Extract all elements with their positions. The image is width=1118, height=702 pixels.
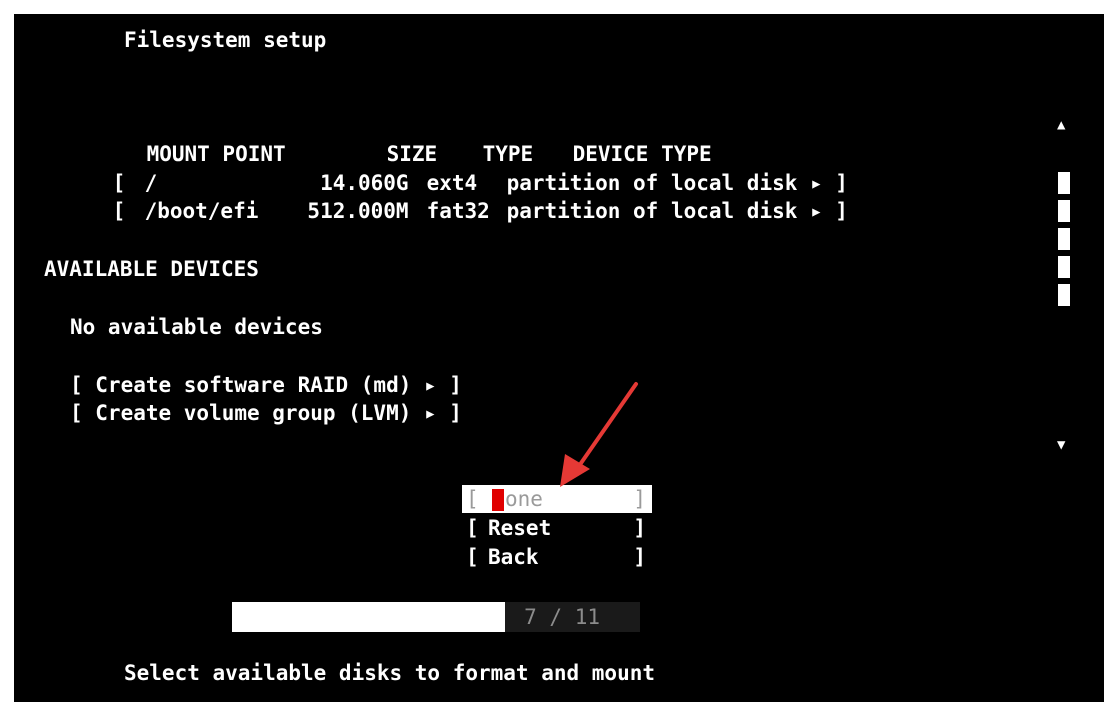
row-mount-point: /boot/efi [144,199,259,223]
scrollbar-segment [1058,228,1070,250]
installer-screen: Filesystem setup MOUNT POINT SIZE TYPE DEVI… [14,14,1104,702]
footer-hint: Select available disks to format and mou… [124,661,656,685]
available-devices-heading: AVAILABLE DEVICES [44,257,259,281]
scrollbar-thumb[interactable] [1058,172,1070,312]
row-open-bracket: [ [112,199,126,223]
table-row[interactable]: [/14.060G ext4 partition of local disk ▸ ] [62,141,848,195]
table-header: MOUNT POINT SIZE TYPE DEVICE TYPE [96,112,712,166]
done-button-label: one [505,487,543,511]
create-lvm-button[interactable]: [ Create volume group (LVM) ▸ ] [70,399,462,427]
back-close-bracket: ] [633,545,646,569]
scrollbar-segment [1058,200,1070,222]
done-close-bracket: ] [633,487,646,511]
create-raid-button[interactable]: [ Create software RAID (md) ▸ ] [70,371,462,399]
back-open-bracket: [ [466,545,479,569]
done-button[interactable]: [ one ] [462,485,652,513]
row-device-type: partition of local disk ▸ ] [506,199,848,223]
row-type: fat32 [426,199,490,223]
table-row[interactable]: [ /boot/efi 512.000M fat32 partition of loca… [62,169,848,223]
scrollbar-segment [1058,284,1070,306]
reset-close-bracket: ] [633,516,646,540]
back-button[interactable]: [ Back ] [462,543,652,571]
page-title: Filesystem setup [124,28,327,52]
cursor-block [492,489,504,511]
reset-button-label: Reset [488,516,552,540]
scrollbar-segment [1058,256,1070,278]
reset-open-bracket: [ [466,516,479,540]
progress-label: 7 / 11 [524,605,600,629]
progress-bar: 7 / 11 [232,602,640,632]
no-devices-text: No available devices [70,315,323,339]
reset-button[interactable]: [ Reset ] [462,514,652,542]
progress-fill [232,602,506,632]
scroll-up-arrow-icon[interactable]: ▲ [1057,118,1065,132]
done-open-bracket: [ [466,487,479,511]
scroll-down-arrow-icon[interactable]: ▼ [1057,438,1065,452]
scrollbar-segment [1058,172,1070,194]
row-size: 512.000M [307,199,409,223]
back-button-label: Back [488,545,539,569]
